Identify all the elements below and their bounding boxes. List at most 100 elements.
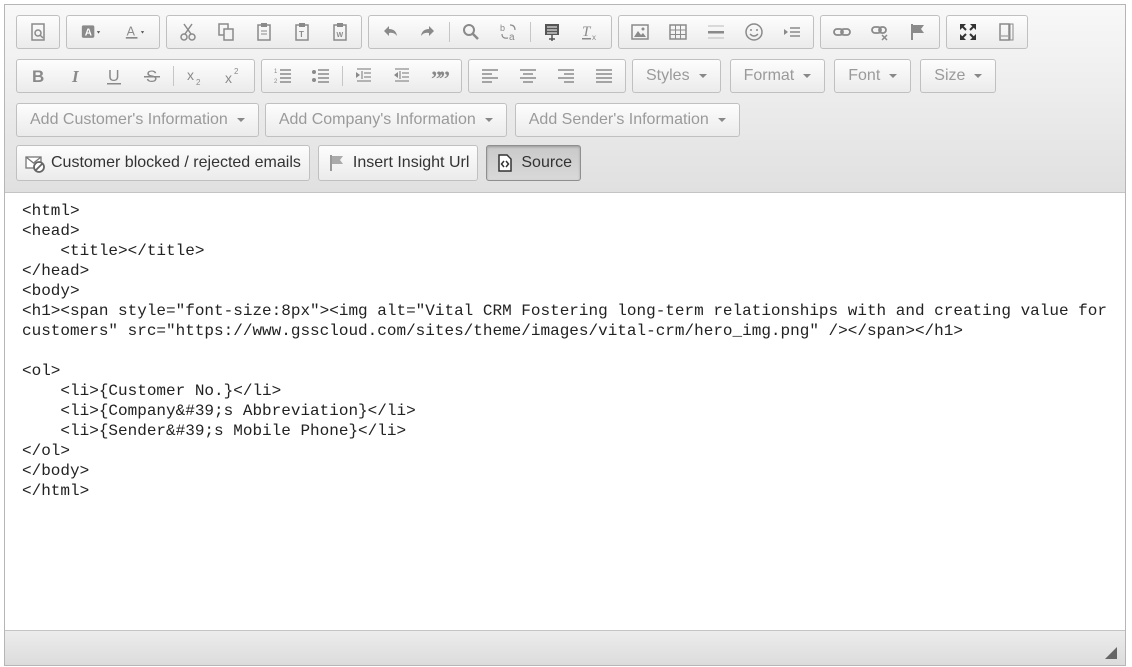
copy-button[interactable]: [207, 16, 245, 48]
align-left-icon: [482, 69, 498, 83]
remove-format-icon: Tx: [582, 24, 596, 42]
text-color-button[interactable]: A: [113, 16, 157, 48]
search-icon: [463, 24, 479, 40]
subscript-button[interactable]: x2: [176, 60, 214, 92]
page-break-button[interactable]: [773, 16, 811, 48]
redo-button[interactable]: [409, 16, 447, 48]
align-center-button[interactable]: [509, 60, 547, 92]
numbered-list-button[interactable]: 12: [264, 60, 302, 92]
svg-text:x: x: [592, 33, 596, 42]
outdent-icon: [356, 68, 371, 82]
editor-footer: [5, 630, 1125, 665]
align-center-icon: [520, 69, 536, 83]
bulleted-list-button[interactable]: [302, 60, 340, 92]
svg-text:I: I: [71, 67, 80, 86]
bulleted-list-icon: [312, 69, 329, 83]
source-code-textarea[interactable]: <html> <head> <title></title> </head> <b…: [22, 201, 1122, 501]
size-dropdown[interactable]: Size: [920, 59, 997, 93]
format-dropdown[interactable]: Format: [729, 59, 826, 93]
chevron-down-icon: [698, 74, 707, 78]
align-right-button[interactable]: [547, 60, 585, 92]
list-group: 12 ””: [261, 59, 462, 93]
chevron-down-icon: [889, 74, 898, 78]
subscript-icon: x2: [187, 67, 201, 86]
paste-button[interactable]: [245, 16, 283, 48]
redo-icon: [421, 26, 434, 36]
replace-button[interactable]: ba: [490, 16, 528, 48]
add-customer-info-dropdown[interactable]: Add Customer's Information: [16, 103, 259, 137]
decrease-indent-button[interactable]: [345, 60, 383, 92]
maximize-button[interactable]: [949, 16, 987, 48]
increase-indent-button[interactable]: [383, 60, 421, 92]
color-group: A A: [66, 15, 160, 49]
justify-button[interactable]: [585, 60, 623, 92]
anchor-button[interactable]: [899, 16, 937, 48]
italic-icon: I: [71, 67, 80, 86]
svg-text:2: 2: [234, 67, 239, 76]
link-button[interactable]: [823, 16, 861, 48]
chevron-down-icon: [717, 118, 726, 122]
add-sender-info-dropdown[interactable]: Add Sender's Information: [514, 103, 740, 137]
view-group: [946, 15, 1028, 49]
select-all-button[interactable]: [533, 16, 571, 48]
customer-blocked-emails-button[interactable]: Customer blocked / rejected emails: [16, 145, 310, 181]
insert-group: [618, 15, 814, 49]
add-sender-info-label: Add Sender's Information: [528, 111, 709, 128]
format-dropdown-label: Format: [743, 67, 795, 84]
unlink-button[interactable]: [861, 16, 899, 48]
horizontal-rule-button[interactable]: [697, 16, 735, 48]
background-color-icon: A: [81, 25, 101, 38]
preview-icon: [31, 23, 45, 41]
svg-text:W: W: [337, 32, 344, 39]
styles-dropdown[interactable]: Styles: [632, 59, 721, 93]
paste-text-icon: T: [295, 23, 309, 41]
svg-text:A: A: [127, 24, 136, 38]
svg-text:T: T: [299, 30, 304, 39]
image-icon: [631, 24, 649, 40]
svg-text:T: T: [582, 24, 592, 40]
svg-text:a: a: [509, 32, 515, 42]
image-button[interactable]: [621, 16, 659, 48]
chevron-down-icon: [484, 118, 493, 122]
resize-handle-icon[interactable]: [1105, 647, 1117, 659]
superscript-button[interactable]: x2: [214, 60, 252, 92]
flag-icon: [911, 24, 924, 40]
quote-icon: ””: [431, 66, 450, 86]
unlink-icon: [871, 26, 888, 41]
maximize-icon: [960, 24, 976, 40]
paste-text-button[interactable]: T: [283, 16, 321, 48]
blockquote-button[interactable]: ””: [421, 60, 459, 92]
numbered-list-icon: 12: [274, 69, 291, 85]
cut-button[interactable]: [169, 16, 207, 48]
justify-icon: [596, 69, 612, 83]
background-color-button[interactable]: A: [69, 16, 113, 48]
bold-button[interactable]: B: [19, 60, 57, 92]
table-button[interactable]: [659, 16, 697, 48]
paste-word-button[interactable]: W: [321, 16, 359, 48]
remove-format-button[interactable]: Tx: [571, 16, 609, 48]
align-left-button[interactable]: [471, 60, 509, 92]
undo-button[interactable]: [371, 16, 409, 48]
toolbar-row-3: Add Customer's Information Add Company's…: [16, 102, 749, 138]
source-button[interactable]: Source: [486, 145, 582, 181]
find-button[interactable]: [452, 16, 490, 48]
align-group: [468, 59, 626, 93]
table-icon: [669, 24, 687, 40]
show-blocks-button[interactable]: [987, 16, 1025, 48]
insert-insight-url-button[interactable]: Insert Insight Url: [317, 145, 479, 181]
underline-icon: U: [107, 68, 121, 85]
chevron-down-icon: [974, 74, 983, 78]
smiley-button[interactable]: [735, 16, 773, 48]
font-dropdown[interactable]: Font: [834, 59, 912, 93]
preview-button[interactable]: [19, 16, 57, 48]
separator: [342, 66, 343, 86]
font-dropdown-label: Font: [848, 67, 881, 84]
editor-toolbar: A A T W b a T x B I U S x 2 x 2 1 2 ” ” …: [5, 5, 1125, 193]
horizontal-rule-icon: [708, 25, 724, 39]
smiley-icon: [745, 23, 763, 41]
add-company-info-dropdown[interactable]: Add Company's Information: [264, 103, 507, 137]
underline-button[interactable]: U: [95, 60, 133, 92]
align-right-icon: [558, 69, 574, 83]
italic-button[interactable]: I: [57, 60, 95, 92]
strikethrough-button[interactable]: S: [133, 60, 171, 92]
